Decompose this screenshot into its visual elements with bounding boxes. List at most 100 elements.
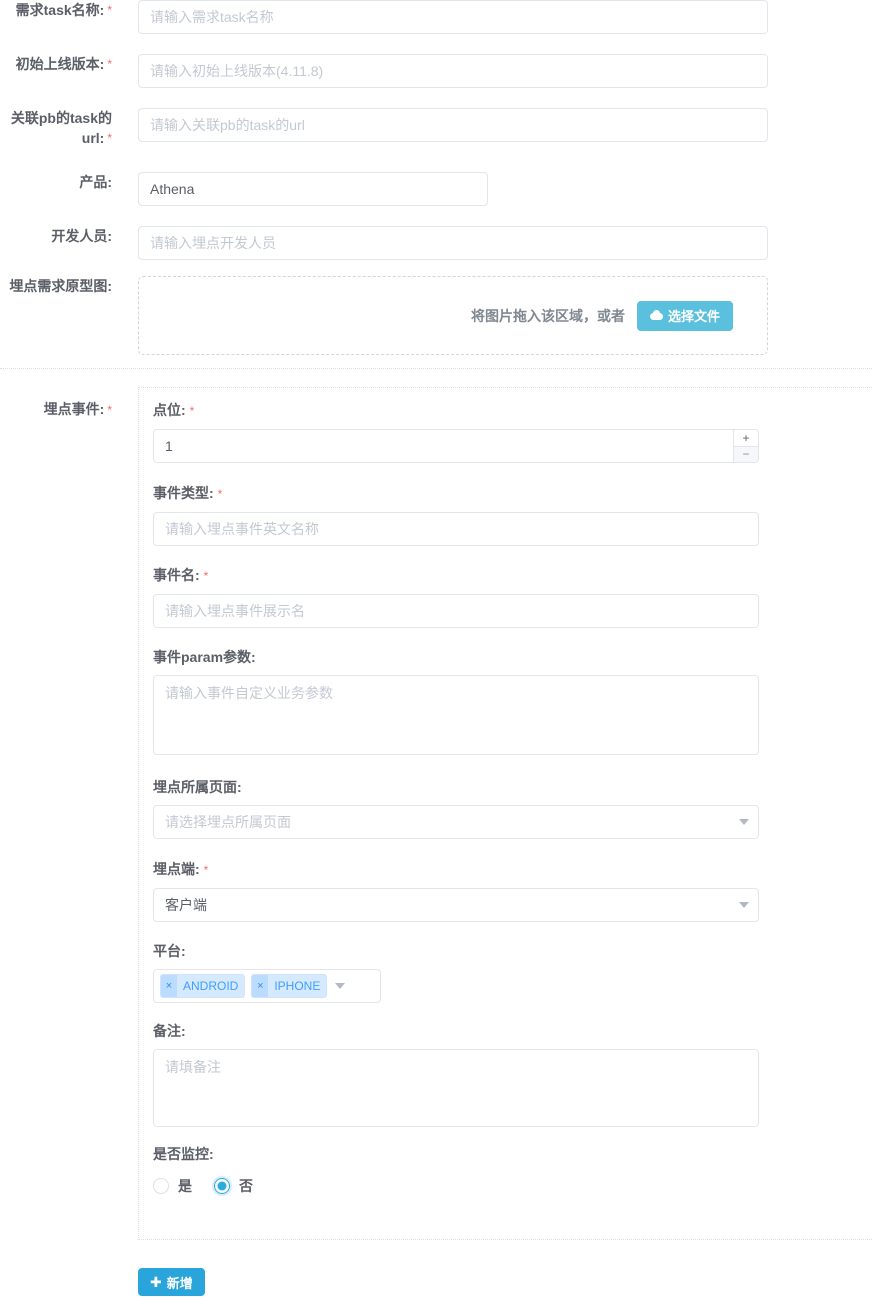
field-platform: 平台: × ANDROID × IPHONE [153, 941, 381, 1003]
label-page-belong-text: 埋点所属页面: [153, 779, 242, 795]
field-terminal: 埋点端: * 客户端 [153, 859, 759, 922]
label-embed-event-text: 埋点事件: [43, 401, 105, 417]
field-wrap-developer [138, 226, 768, 260]
page-belong-select-display: 请选择埋点所属页面 [153, 805, 759, 839]
label-event-name: 事件名: * [153, 565, 759, 586]
label-remark-text: 备注: [153, 1023, 186, 1039]
product-input[interactable] [138, 172, 488, 206]
spinner-decrease-button[interactable]: − [734, 446, 758, 462]
remark-textarea[interactable] [153, 1049, 759, 1127]
label-event-param: 事件param参数: [153, 647, 759, 667]
field-remark: 备注: [153, 1021, 759, 1127]
label-event-type-text: 事件类型: [153, 485, 214, 501]
point-index-input[interactable] [153, 429, 759, 463]
page-belong-placeholder: 请选择埋点所属页面 [165, 814, 291, 830]
embed-event-group: 点位:* + − 事件类型:* 事件名:* [138, 387, 872, 1240]
chevron-down-icon [335, 983, 346, 989]
required-asterisk: * [107, 57, 112, 71]
label-prototype-image-text: 埋点需求原型图: [9, 278, 112, 294]
embed-point-form-page: 需求task名称:* 初始上线版本:* 关联pb的task的url:* 产品: [0, 0, 872, 1304]
label-pb-task-url-text: 关联pb的task的url: [10, 110, 112, 146]
point-index-number-wrap: + − [153, 429, 759, 463]
label-initial-version-text: 初始上线版本: [15, 56, 105, 72]
radio-circle-icon [153, 1178, 169, 1194]
chevron-down-icon [739, 819, 749, 825]
label-point-index-text: 点位: [153, 402, 186, 418]
field-wrap-pb-task-url [138, 108, 768, 142]
initial-version-input[interactable] [138, 54, 768, 88]
label-monitor: 是否监控: [153, 1144, 253, 1164]
task-name-input[interactable] [138, 0, 768, 34]
image-dropzone[interactable]: 将图片拖入该区域，或者 选择文件 [138, 276, 768, 355]
label-developer: 开发人员: [0, 226, 122, 246]
label-terminal: 埋点端: * [153, 859, 759, 880]
required-asterisk: * [203, 863, 209, 877]
required-asterisk: * [203, 569, 209, 583]
label-event-type: 事件类型: * [153, 483, 759, 504]
label-task-name-text: 需求task名称: [15, 2, 105, 18]
developer-input[interactable] [138, 226, 768, 260]
label-prototype-image: 埋点需求原型图: [0, 276, 122, 296]
label-remark: 备注: [153, 1021, 759, 1041]
required-asterisk: * [217, 487, 223, 501]
pb-task-url-input[interactable] [138, 108, 768, 142]
field-monitor: 是否监控: 是 否 [153, 1144, 253, 1196]
required-asterisk: * [107, 3, 112, 17]
label-platform: 平台: [153, 941, 381, 961]
label-embed-event: 埋点事件: * [0, 399, 122, 420]
add-event-button-label: 新增 [166, 1275, 193, 1291]
label-terminal-text: 埋点端: [153, 861, 200, 877]
label-product: 产品: [0, 172, 122, 192]
field-wrap-product [138, 172, 488, 206]
label-initial-version: 初始上线版本: * [0, 54, 122, 74]
add-event-button[interactable]: ✚ 新增 [138, 1268, 205, 1296]
label-monitor-text: 是否监控: [153, 1146, 214, 1162]
cloud-upload-icon [649, 310, 663, 321]
number-spinner: + − [733, 430, 758, 462]
choose-file-button[interactable]: 选择文件 [636, 300, 733, 331]
section-divider [0, 368, 872, 369]
monitor-radio-yes[interactable]: 是 [153, 1176, 192, 1196]
field-page-belong: 埋点所属页面: 请选择埋点所属页面 [153, 777, 759, 839]
platform-tag-label: ANDROID [183, 979, 239, 993]
field-wrap-initial-version [138, 54, 768, 88]
chevron-down-icon [739, 902, 749, 908]
radio-circle-selected-icon [214, 1178, 230, 1194]
terminal-select-display: 客户端 [153, 888, 759, 922]
field-point-index: 点位:* + − [153, 400, 759, 463]
monitor-radio-no[interactable]: 否 [214, 1176, 253, 1196]
tag-remove-icon[interactable]: × [252, 975, 269, 997]
label-platform-text: 平台: [153, 943, 186, 959]
platform-tag: × ANDROID [160, 974, 246, 998]
event-param-textarea[interactable] [153, 675, 759, 755]
event-name-input[interactable] [153, 594, 759, 628]
monitor-radio-group: 是 否 [153, 1176, 253, 1196]
label-task-name: 需求task名称: * [0, 0, 122, 20]
event-type-input[interactable] [153, 512, 759, 546]
label-event-param-text: 事件param参数: [153, 649, 256, 665]
field-event-name: 事件名: * [153, 565, 759, 628]
monitor-radio-no-label: 否 [239, 1178, 253, 1194]
platform-multiselect[interactable]: × ANDROID × IPHONE [153, 969, 381, 1003]
dropzone-hint-text: 将图片拖入该区域，或者 [470, 307, 625, 324]
tag-remove-icon[interactable]: × [161, 975, 177, 997]
label-developer-text: 开发人员: [51, 228, 112, 244]
terminal-selected-value: 客户端 [165, 897, 207, 913]
field-event-type: 事件类型: * [153, 483, 759, 546]
platform-tag-label: IPHONE [274, 979, 321, 993]
label-page-belong: 埋点所属页面: [153, 777, 759, 797]
field-wrap-prototype-upload: 将图片拖入该区域，或者 选择文件 [138, 276, 768, 355]
field-wrap-task-name [138, 0, 768, 34]
label-event-name-text: 事件名: [153, 567, 200, 583]
terminal-select[interactable]: 客户端 [153, 888, 759, 922]
plus-icon: ✚ [150, 1274, 162, 1290]
choose-file-button-label: 选择文件 [667, 309, 720, 324]
required-asterisk: * [107, 403, 112, 417]
monitor-radio-yes-label: 是 [178, 1178, 192, 1194]
required-asterisk: * [189, 404, 195, 418]
platform-tag: × IPHONE [251, 974, 328, 998]
spinner-increase-button[interactable]: + [734, 430, 758, 447]
label-point-index: 点位: * [153, 400, 759, 421]
field-event-param: 事件param参数: [153, 647, 759, 755]
page-belong-select[interactable]: 请选择埋点所属页面 [153, 805, 759, 839]
